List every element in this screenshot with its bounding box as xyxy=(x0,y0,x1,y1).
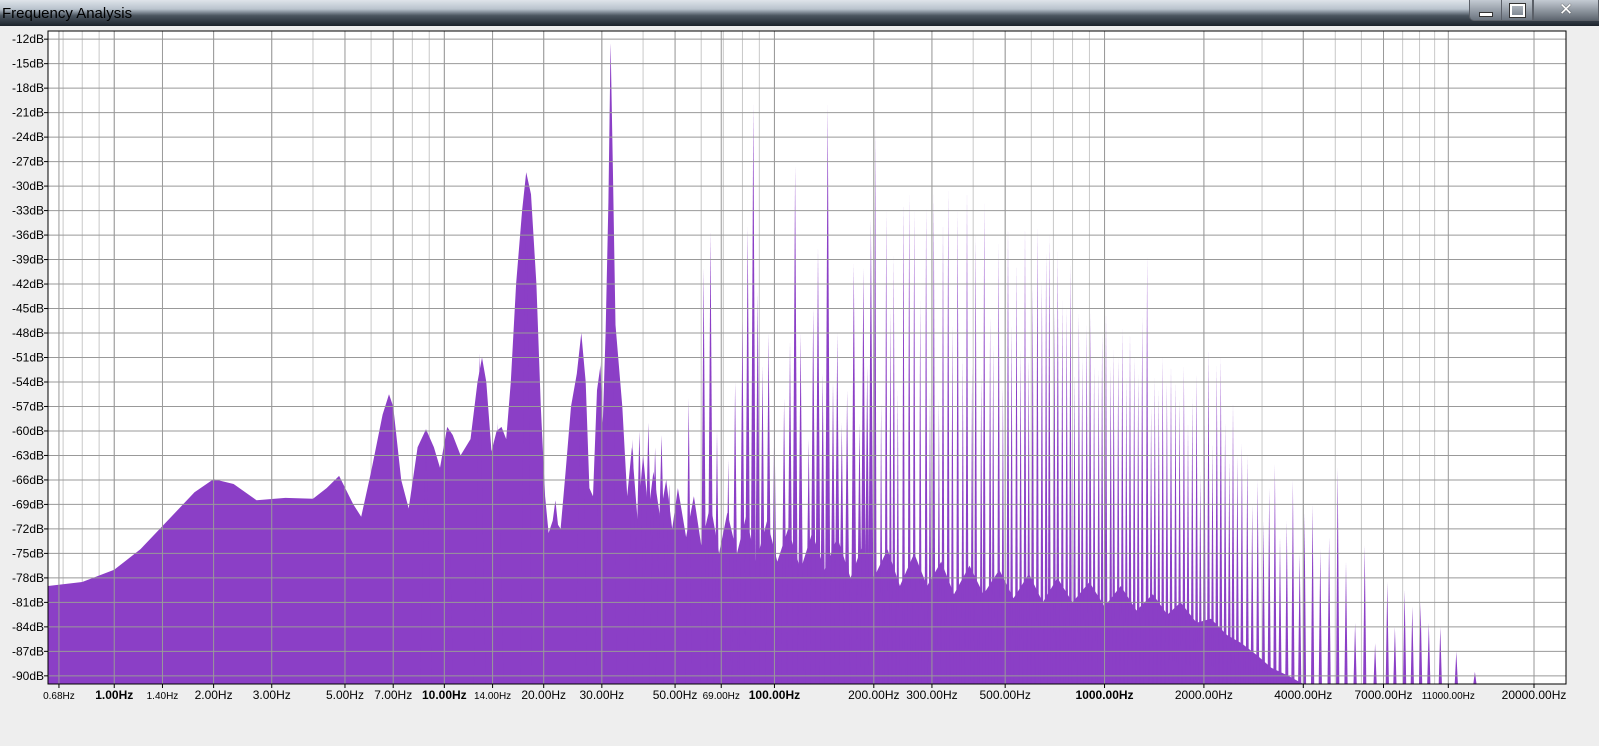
y-tick-label: -27dB xyxy=(12,155,44,169)
y-tick-label: -30dB xyxy=(12,179,44,193)
y-tick-label: -69dB xyxy=(12,497,44,511)
y-tick-label: -24dB xyxy=(12,130,44,144)
x-tick-label: 500.00Hz xyxy=(979,688,1030,702)
x-tick-label: 1.00Hz xyxy=(95,688,133,702)
y-tick-label: -42dB xyxy=(12,277,44,291)
y-tick-label: -36dB xyxy=(12,228,44,242)
x-tick-label: 3.00Hz xyxy=(253,688,291,702)
x-tick-label: 5.00Hz xyxy=(326,688,364,702)
y-tick-label: -78dB xyxy=(12,571,44,585)
x-axis-ticks: 0.68Hz 1.00Hz 1.40Hz 2.00Hz 3.00Hz 5.00Hz 7.00… xyxy=(43,684,1566,702)
x-tick-label: 200.00Hz xyxy=(848,688,899,702)
y-tick-label: -12dB xyxy=(12,32,44,46)
x-tick-label: 7.00Hz xyxy=(374,688,412,702)
y-tick-label: -90dB xyxy=(12,669,44,683)
y-tick-label: -81dB xyxy=(12,595,44,609)
x-tick-label: 2000.00Hz xyxy=(1175,688,1233,702)
x-tick-label: 1.40Hz xyxy=(147,691,179,702)
x-tick-label: 69.00Hz xyxy=(703,691,740,702)
y-tick-label: -60dB xyxy=(12,424,44,438)
y-tick-label: -51dB xyxy=(12,351,44,365)
x-tick-label: 4000.00Hz xyxy=(1274,688,1332,702)
y-tick-label: -84dB xyxy=(12,620,44,634)
y-tick-label: -54dB xyxy=(12,375,44,389)
x-tick-label: 1000.00Hz xyxy=(1076,688,1134,702)
x-tick-label: 10.00Hz xyxy=(422,688,467,702)
y-tick-label: -63dB xyxy=(12,448,44,462)
x-tick-label: 100.00Hz xyxy=(749,688,800,702)
x-tick-label: 7000.00Hz xyxy=(1354,688,1412,702)
x-tick-label: 0.68Hz xyxy=(43,691,75,702)
x-tick-label: 50.00Hz xyxy=(653,688,698,702)
y-tick-label: -15dB xyxy=(12,57,44,71)
x-tick-label: 30.00Hz xyxy=(579,688,624,702)
y-tick-label: -21dB xyxy=(12,106,44,120)
y-tick-label: -45dB xyxy=(12,302,44,316)
y-tick-label: -66dB xyxy=(12,473,44,487)
y-tick-label: -18dB xyxy=(12,81,44,95)
y-tick-label: -75dB xyxy=(12,546,44,560)
x-tick-label: 300.00Hz xyxy=(906,688,957,702)
y-axis-ticks: -12dB -15dB -18dB -21dB -24dB -27dB -30dB -33dB… xyxy=(12,32,48,683)
y-tick-label: -57dB xyxy=(12,399,44,413)
y-tick-label: -33dB xyxy=(12,204,44,218)
x-tick-label: 11000.00Hz xyxy=(1422,691,1475,702)
y-tick-label: -87dB xyxy=(12,644,44,658)
frequency-spectrum-chart: -12dB -15dB -18dB -21dB -24dB -27dB -30dB -33dB… xyxy=(12,30,1567,702)
y-tick-label: -72dB xyxy=(12,522,44,536)
x-tick-label: 2.00Hz xyxy=(195,688,233,702)
y-tick-label: -48dB xyxy=(12,326,44,340)
x-tick-label: 14.00Hz xyxy=(474,691,511,702)
x-tick-label: 20000.00Hz xyxy=(1502,688,1567,702)
y-tick-label: -39dB xyxy=(12,253,44,267)
x-tick-label: 20.00Hz xyxy=(521,688,566,702)
